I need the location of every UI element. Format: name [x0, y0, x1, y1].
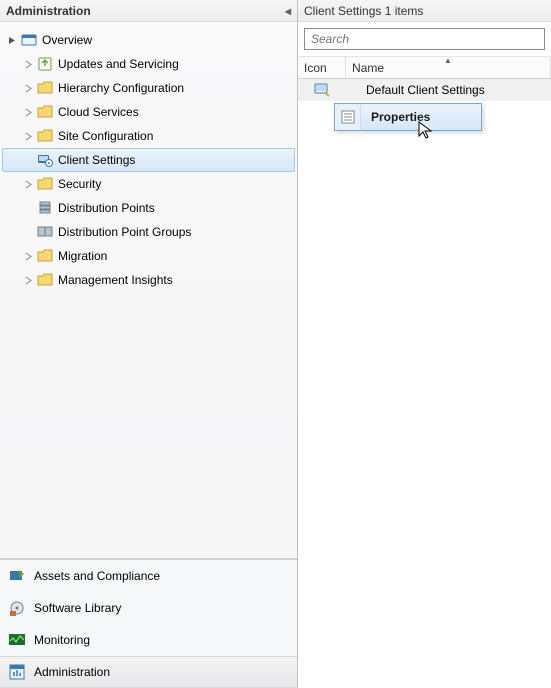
tree-label: Hierarchy Configuration [58, 81, 184, 95]
assets-icon [8, 567, 26, 585]
expand-icon[interactable] [22, 82, 34, 94]
column-icon[interactable]: Icon [298, 57, 346, 78]
expand-icon[interactable] [22, 178, 34, 190]
tree-node-cloud[interactable]: Cloud Services [2, 100, 295, 124]
spacer [22, 202, 34, 214]
expand-icon[interactable] [22, 274, 34, 286]
folder-icon [36, 79, 54, 97]
search-container [298, 22, 551, 57]
content-title: Client Settings 1 items [304, 4, 423, 18]
collapse-icon[interactable] [6, 34, 18, 46]
tree-label: Overview [42, 33, 92, 47]
tree-node-mgmt-insights[interactable]: Management Insights [2, 268, 295, 292]
column-label: Name [352, 61, 384, 75]
spacer [22, 154, 34, 166]
sort-asc-icon: ▲ [444, 56, 452, 65]
workspace-assets[interactable]: Assets and Compliance [0, 560, 297, 592]
search-input[interactable] [304, 28, 545, 50]
tree-node-client-settings[interactable]: Client Settings [2, 148, 295, 172]
row-name-cell: Default Client Settings [346, 83, 551, 97]
tree-node-hierarchy[interactable]: Hierarchy Configuration [2, 76, 295, 100]
tree-node-site-config[interactable]: Site Configuration [2, 124, 295, 148]
workspace-administration[interactable]: Administration [0, 656, 297, 688]
chevron-left-icon[interactable]: ◂ [285, 0, 291, 22]
content-header: Client Settings 1 items [298, 0, 551, 22]
folder-icon [36, 271, 54, 289]
tree-label: Cloud Services [58, 105, 139, 119]
tree-node-dist-points[interactable]: Distribution Points [2, 196, 295, 220]
column-name[interactable]: ▲ Name [346, 57, 551, 78]
expand-icon[interactable] [22, 58, 34, 70]
workspace-label: Administration [34, 665, 110, 679]
tree-label: Distribution Points [58, 201, 155, 215]
server-icon [36, 199, 54, 217]
properties-icon [335, 104, 361, 130]
client-settings-icon [36, 151, 54, 169]
nav-tree: Overview Updates and Servicing Hierarchy… [0, 22, 297, 558]
workspace-monitoring[interactable]: Monitoring [0, 624, 297, 656]
workspace-library[interactable]: Software Library [0, 592, 297, 624]
grid-body: Default Client Settings Properties [298, 79, 551, 688]
tree-label: Client Settings [58, 153, 135, 167]
tree-node-migration[interactable]: Migration [2, 244, 295, 268]
workspace-label: Software Library [34, 601, 121, 615]
content-pane: Client Settings 1 items Icon ▲ Name Defa… [298, 0, 551, 688]
nav-pane-title: Administration [6, 0, 91, 22]
tree-node-security[interactable]: Security [2, 172, 295, 196]
library-icon [8, 599, 26, 617]
client-settings-icon [314, 82, 330, 98]
nav-pane-header: Administration ◂ [0, 0, 297, 22]
grid-header: Icon ▲ Name [298, 57, 551, 79]
monitoring-icon [8, 631, 26, 649]
overview-icon [20, 31, 38, 49]
workspace-label: Assets and Compliance [34, 569, 160, 583]
tree-node-updates[interactable]: Updates and Servicing [2, 52, 295, 76]
folder-icon [36, 175, 54, 193]
folder-icon [36, 103, 54, 121]
tree-label: Security [58, 177, 101, 191]
context-label: Properties [361, 110, 440, 124]
tree-label: Updates and Servicing [58, 57, 179, 71]
tree-node-dist-groups[interactable]: Distribution Point Groups [2, 220, 295, 244]
expand-icon[interactable] [22, 106, 34, 118]
updates-icon [36, 55, 54, 73]
tree-label: Site Configuration [58, 129, 153, 143]
context-item-properties[interactable]: Properties [335, 104, 481, 130]
tree-label: Migration [58, 249, 107, 263]
folder-icon [36, 127, 54, 145]
tree-label: Distribution Point Groups [58, 225, 191, 239]
workspace-bar: Assets and Compliance Software Library M… [0, 559, 297, 688]
server-group-icon [36, 223, 54, 241]
workspace-label: Monitoring [34, 633, 90, 647]
navigation-pane: Administration ◂ Overview Updates and Se… [0, 0, 298, 688]
row-icon-cell [298, 82, 346, 98]
row-name: Default Client Settings [366, 83, 485, 97]
grid-row[interactable]: Default Client Settings [298, 79, 551, 101]
context-menu: Properties [334, 103, 482, 131]
column-label: Icon [304, 61, 327, 75]
administration-icon [8, 663, 26, 681]
folder-icon [36, 247, 54, 265]
expand-icon[interactable] [22, 250, 34, 262]
spacer [22, 226, 34, 238]
tree-node-overview[interactable]: Overview [2, 28, 295, 52]
tree-label: Management Insights [58, 273, 173, 287]
expand-icon[interactable] [22, 130, 34, 142]
